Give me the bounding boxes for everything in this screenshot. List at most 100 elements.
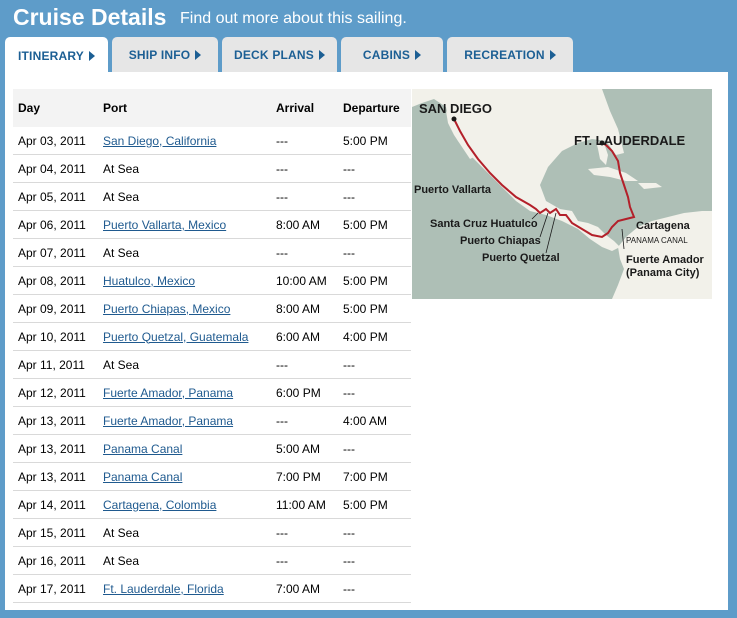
map-label-santa-cruz-huatulco: Santa Cruz Huatulco	[430, 218, 538, 230]
tab-label: CABINS	[362, 47, 411, 62]
cell-arrival: ---	[276, 546, 343, 575]
table-row: Apr 06, 2011 Puerto Vallarta, Mexico 8:00 …	[13, 210, 411, 239]
port-link[interactable]: Puerto Quetzal, Guatemala	[103, 330, 248, 344]
cell-departure: ---	[343, 434, 411, 463]
itinerary-table: Day Port Arrival Departure Apr 03, 2011 S…	[13, 89, 411, 603]
tab-label: DECK PLANS	[233, 47, 314, 62]
cell-port: At Sea	[103, 546, 276, 575]
cell-departure: 4:00 AM	[343, 406, 411, 435]
cell-port: Panama Canal	[103, 434, 276, 463]
table-row: Apr 04, 2011 At Sea --- ---	[13, 154, 411, 183]
cell-arrival: 6:00 AM	[276, 322, 343, 351]
port-marker-san-diego	[451, 116, 457, 122]
column-header-day: Day	[13, 89, 103, 127]
port-link[interactable]: Panama Canal	[103, 470, 182, 484]
column-header-departure: Departure	[343, 89, 411, 127]
map-label-puerto-chiapas: Puerto Chiapas	[460, 235, 541, 247]
tab-label: RECREATION	[464, 47, 545, 62]
table-row: Apr 10, 2011 Puerto Quetzal, Guatemala 6:0…	[13, 322, 411, 351]
cell-port: Fuerte Amador, Panama	[103, 378, 276, 407]
chevron-right-icon	[319, 49, 325, 60]
cell-day: Apr 11, 2011	[13, 350, 103, 379]
tab-cabins[interactable]: CABINS	[341, 37, 443, 73]
cell-departure: ---	[343, 546, 411, 575]
cell-port: At Sea	[103, 238, 276, 267]
tab-itinerary[interactable]: ITINERARY	[5, 37, 108, 74]
cell-departure: 4:00 PM	[343, 322, 411, 351]
column-header-port: Port	[103, 89, 276, 127]
cell-day: Apr 06, 2011	[13, 210, 103, 239]
table-row: Apr 12, 2011 Fuerte Amador, Panama 6:00 PM…	[13, 378, 411, 407]
cell-arrival: 10:00 AM	[276, 266, 343, 295]
cell-departure: ---	[343, 574, 411, 603]
table-row: Apr 03, 2011 San Diego, California --- 5:00…	[13, 127, 411, 155]
table-row: Apr 11, 2011 At Sea --- ---	[13, 350, 411, 379]
cell-day: Apr 12, 2011	[13, 378, 103, 407]
cell-port: Puerto Chiapas, Mexico	[103, 294, 276, 323]
table-row: Apr 09, 2011 Puerto Chiapas, Mexico 8:00 A…	[13, 294, 411, 323]
page-title: Cruise Details	[13, 4, 167, 30]
port-link[interactable]: Puerto Chiapas, Mexico	[103, 302, 230, 316]
cell-day: Apr 05, 2011	[13, 182, 103, 211]
cell-arrival: ---	[276, 518, 343, 547]
cell-arrival: 6:00 PM	[276, 378, 343, 407]
cell-day: Apr 13, 2011	[13, 434, 103, 463]
chevron-right-icon	[415, 49, 422, 60]
table-row: Apr 15, 2011 At Sea --- ---	[13, 518, 411, 547]
cell-day: Apr 13, 2011	[13, 462, 103, 491]
cell-arrival: ---	[276, 127, 343, 155]
cell-day: Apr 13, 2011	[13, 406, 103, 435]
cell-arrival: 8:00 AM	[276, 210, 343, 239]
tab-recreation[interactable]: RECREATION	[447, 37, 573, 73]
page-subtitle: Find out more about this sailing.	[180, 10, 407, 27]
cell-port: Puerto Quetzal, Guatemala	[103, 322, 276, 351]
cell-arrival: ---	[276, 406, 343, 435]
cell-departure: 5:00 PM	[343, 266, 411, 295]
table-row: Apr 07, 2011 At Sea --- ---	[13, 238, 411, 267]
cell-arrival: 8:00 AM	[276, 294, 343, 323]
page-header: Cruise Details Find out more about this …	[0, 0, 737, 38]
port-link[interactable]: Puerto Vallarta, Mexico	[103, 218, 226, 232]
map-label-ft-lauderdale: FT. LAUDERDALE	[574, 133, 686, 148]
table-row: Apr 14, 2011 Cartagena, Colombia 11:00 AM 5…	[13, 490, 411, 519]
table-row: Apr 05, 2011 At Sea --- ---	[13, 182, 411, 211]
cell-port: Huatulco, Mexico	[103, 266, 276, 295]
cell-port: At Sea	[103, 350, 276, 379]
cell-port: At Sea	[103, 182, 276, 211]
port-link[interactable]: Cartagena, Colombia	[103, 498, 216, 512]
cell-day: Apr 03, 2011	[13, 127, 103, 155]
cell-port: Fuerte Amador, Panama	[103, 406, 276, 435]
cell-departure: 5:00 PM	[343, 210, 411, 239]
cell-arrival: ---	[276, 182, 343, 211]
cell-day: Apr 10, 2011	[13, 322, 103, 351]
port-link[interactable]: Huatulco, Mexico	[103, 274, 195, 288]
cell-day: Apr 15, 2011	[13, 518, 103, 547]
port-link[interactable]: San Diego, California	[103, 134, 216, 148]
cell-departure: ---	[343, 238, 411, 267]
cell-departure: ---	[343, 350, 411, 379]
chevron-right-icon	[549, 49, 556, 60]
port-link[interactable]: Panama Canal	[103, 442, 182, 456]
cell-port: At Sea	[103, 518, 276, 547]
table-row: Apr 08, 2011 Huatulco, Mexico 10:00 AM 5:00…	[13, 266, 411, 295]
port-link[interactable]: Ft. Lauderdale, Florida	[103, 582, 224, 596]
tab-deck-plans[interactable]: DECK PLANS	[222, 37, 337, 73]
cell-departure: ---	[343, 154, 411, 183]
cell-port: At Sea	[103, 154, 276, 183]
tab-ship-info[interactable]: SHIP INFO	[112, 37, 218, 73]
cell-arrival: 5:00 AM	[276, 434, 343, 463]
cell-departure: ---	[343, 518, 411, 547]
cell-arrival: 7:00 AM	[276, 574, 343, 603]
cell-day: Apr 04, 2011	[13, 154, 103, 183]
table-row: Apr 16, 2011 At Sea --- ---	[13, 546, 411, 575]
cell-day: Apr 08, 2011	[13, 266, 103, 295]
table-header-row: Day Port Arrival Departure	[13, 89, 411, 127]
table-row: Apr 13, 2011 Panama Canal 5:00 AM ---	[13, 434, 411, 463]
route-map-svg: SAN DIEGO FT. LAUDERDALE Puerto Vallarta…	[412, 89, 712, 299]
cell-departure: ---	[343, 182, 411, 211]
table-row: Apr 13, 2011 Fuerte Amador, Panama --- 4:00…	[13, 406, 411, 435]
port-link[interactable]: Fuerte Amador, Panama	[103, 414, 233, 428]
table-row: Apr 13, 2011 Panama Canal 7:00 PM 7:00 PM	[13, 462, 411, 491]
cell-departure: 5:00 PM	[343, 490, 411, 519]
port-link[interactable]: Fuerte Amador, Panama	[103, 386, 233, 400]
